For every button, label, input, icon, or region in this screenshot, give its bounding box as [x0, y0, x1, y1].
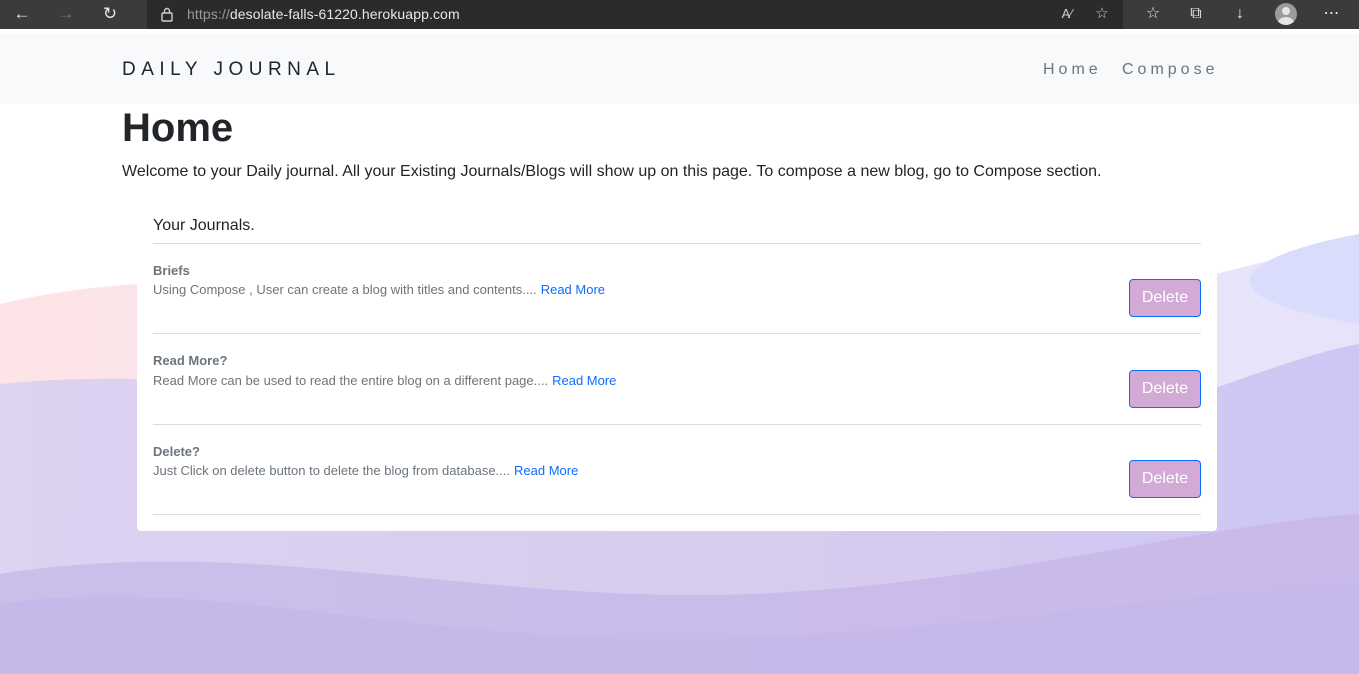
journal-entry-title: Briefs	[153, 263, 190, 278]
lock-icon[interactable]	[160, 6, 174, 22]
journal-entry-title: Delete?	[153, 444, 200, 459]
download-icon[interactable]: ↓	[1228, 4, 1252, 24]
read-more-link[interactable]: Read More	[514, 463, 578, 478]
journal-entry-excerpt: Read More can be used to read the entire…	[153, 373, 616, 388]
collections-icon[interactable]: ⧉	[1184, 4, 1208, 24]
read-more-link[interactable]: Read More	[541, 282, 605, 297]
url-host: desolate-falls-61220.herokuapp.com	[229, 6, 460, 22]
profile-avatar-icon[interactable]	[1275, 3, 1297, 25]
favorites-icon[interactable]: ☆	[1141, 4, 1165, 24]
journal-entry-title: Read More?	[153, 353, 228, 368]
forward-arrow-icon[interactable]: →	[54, 3, 78, 25]
page-title: Home	[122, 106, 234, 150]
delete-button[interactable]: Delete	[1129, 370, 1201, 408]
read-more-link[interactable]: Read More	[552, 373, 616, 388]
excerpt-text: Read More can be used to read the entire…	[153, 373, 549, 388]
browser-toolbar: ← → ↻ https://desolate-falls-61220.herok…	[0, 0, 1359, 29]
delete-button[interactable]: Delete	[1129, 460, 1201, 498]
excerpt-text: Just Click on delete button to delete th…	[153, 463, 510, 478]
url-text[interactable]: https://desolate-falls-61220.herokuapp.c…	[187, 6, 460, 22]
nav-link-home[interactable]: Home	[1043, 61, 1102, 79]
back-arrow-icon[interactable]: ←	[10, 3, 34, 25]
more-options-icon[interactable]: ⋯	[1320, 4, 1344, 24]
journal-entry-excerpt: Just Click on delete button to delete th…	[153, 463, 578, 478]
read-aloud-icon[interactable]: A⁄	[1056, 4, 1078, 24]
delete-button[interactable]: Delete	[1129, 279, 1201, 317]
journals-card: Your Journals. Briefs Using Compose , Us…	[137, 206, 1217, 531]
excerpt-text: Using Compose , User can create a blog w…	[153, 282, 537, 297]
journal-entry-excerpt: Using Compose , User can create a blog w…	[153, 282, 605, 297]
welcome-text: Welcome to your Daily journal. All your …	[122, 163, 1102, 180]
nav-link-compose[interactable]: Compose	[1122, 61, 1218, 79]
journals-header: Your Journals.	[153, 217, 255, 234]
add-favorite-icon[interactable]: ☆	[1091, 4, 1113, 24]
site-navbar: DAILY JOURNAL Home Compose	[0, 34, 1359, 104]
reload-icon[interactable]: ↻	[98, 3, 122, 25]
brand-logo[interactable]: DAILY JOURNAL	[122, 59, 341, 81]
divider	[153, 424, 1201, 425]
divider	[153, 514, 1201, 515]
divider	[153, 243, 1201, 244]
divider	[153, 333, 1201, 334]
url-protocol: https://	[187, 6, 230, 22]
